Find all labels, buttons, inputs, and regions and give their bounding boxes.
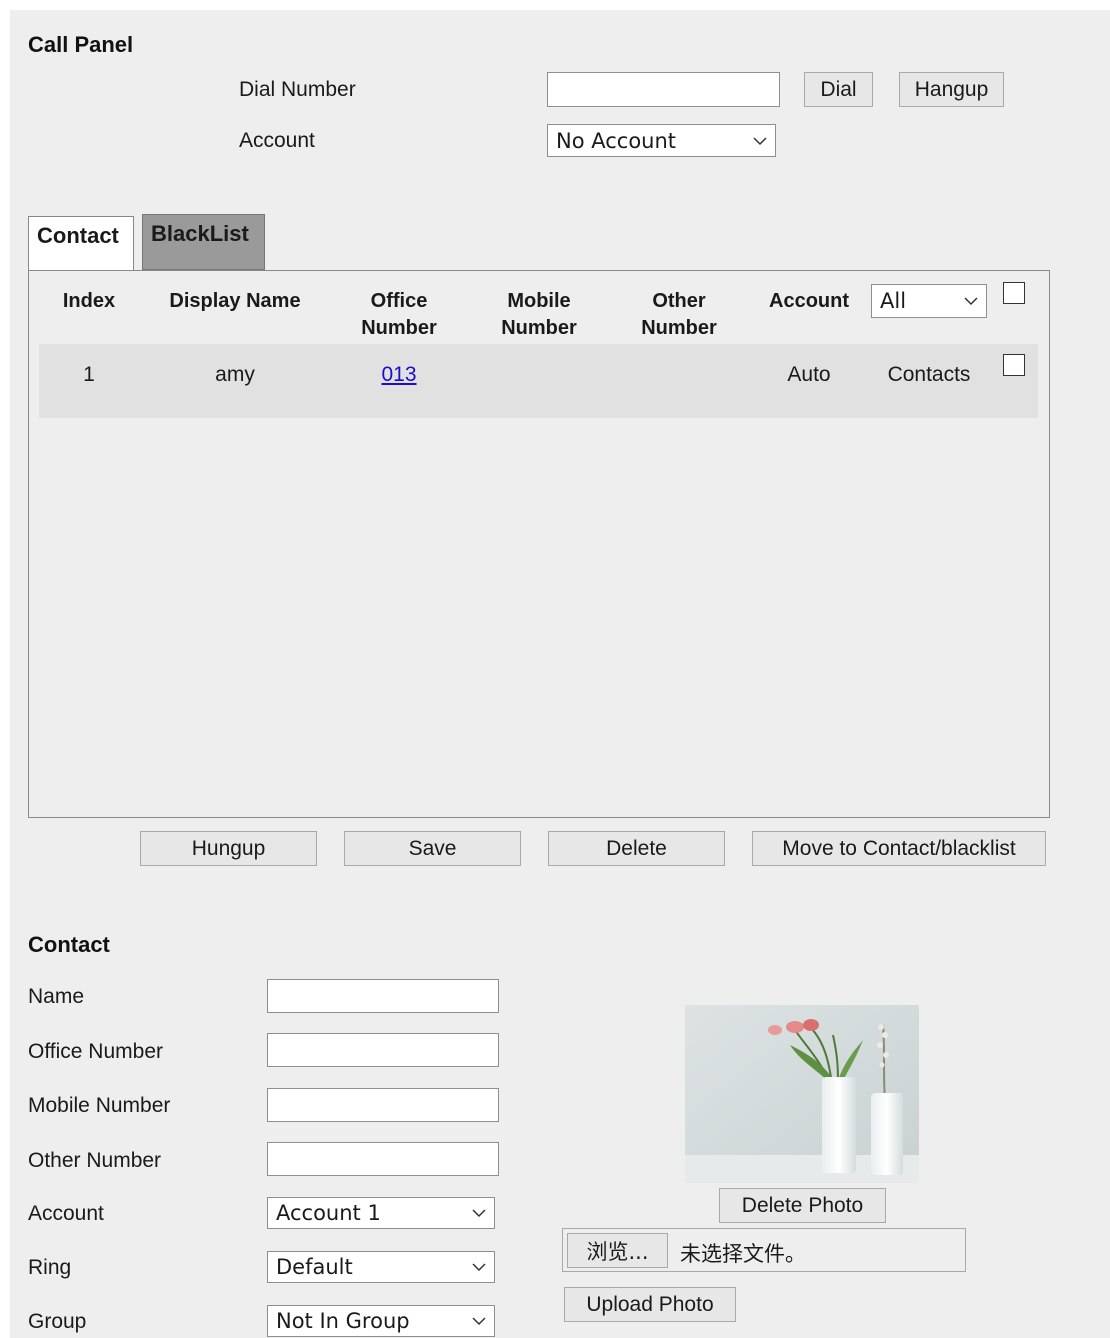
header-office-number: Office Number [340,288,458,342]
ring-value: Default [276,1255,353,1279]
header-other-number: Other Number [620,288,738,342]
header-account: Account [769,290,849,312]
other-number-label: Other Number [28,1149,162,1172]
mobile-number-label: Mobile Number [28,1094,171,1117]
account-label: Account [239,129,315,152]
hungup-button[interactable]: Hungup [140,831,317,866]
browse-button[interactable]: 浏览... [567,1233,668,1268]
ring-select[interactable]: Default [267,1251,495,1283]
chevron-down-icon [472,1198,486,1228]
mobile-number-input[interactable] [267,1088,499,1122]
office-number-label: Office Number [28,1040,163,1063]
chevron-down-icon [753,125,767,156]
group-value: Not In Group [276,1309,410,1333]
contact-account-select[interactable]: Account 1 [267,1197,495,1229]
office-number-input[interactable] [267,1033,499,1067]
row-checkbox[interactable] [1003,354,1025,376]
contact-account-value: Account 1 [276,1201,381,1225]
select-all-checkbox[interactable] [1003,282,1025,304]
header-other-line1: Other [652,290,706,312]
call-panel-title: Call Panel [28,32,134,57]
ring-label: Ring [28,1256,72,1279]
dial-number-input[interactable] [547,72,780,107]
account-filter-select[interactable]: All [871,284,987,318]
row-office-number-link[interactable]: 013 [340,363,458,387]
move-to-contact-blacklist-button[interactable]: Move to Contact/blacklist [752,831,1046,866]
account-select[interactable]: No Account [547,124,776,157]
name-label: Name [28,985,85,1008]
header-office-line2: Number [361,317,437,339]
header-mobile-number: Mobile Number [480,288,598,342]
row-group: Contacts [887,363,971,386]
header-index: Index [62,290,116,312]
account-filter-value: All [880,289,907,313]
delete-button[interactable]: Delete [548,831,725,866]
chevron-down-icon [472,1306,486,1336]
group-label: Group [28,1310,87,1333]
tab-contact[interactable]: Contact [28,216,134,272]
save-button[interactable]: Save [344,831,521,866]
chevron-down-icon [472,1252,486,1282]
contact-photo [685,1005,919,1183]
other-number-input[interactable] [267,1142,499,1176]
header-mobile-line1: Mobile [507,290,571,312]
header-display-name: Display Name [169,290,301,312]
name-input[interactable] [267,979,499,1013]
dial-number-label: Dial Number [239,78,356,101]
group-select[interactable]: Not In Group [267,1305,495,1337]
row-display-name: amy [215,363,255,386]
tab-blacklist[interactable]: BlackList [142,214,265,270]
header-office-line1: Office [370,290,428,312]
hangup-button[interactable]: Hangup [899,72,1004,107]
upload-photo-button[interactable]: Upload Photo [564,1287,736,1322]
contact-form-title: Contact [28,932,110,957]
header-mobile-line2: Number [501,317,577,339]
dial-button[interactable]: Dial [804,72,873,107]
contact-account-label: Account [28,1202,104,1225]
row-index: 1 [83,363,95,386]
row-account: Auto [787,363,831,386]
no-file-selected-text: 未选择文件。 [680,1242,806,1266]
header-other-line2: Number [641,317,717,339]
delete-photo-button[interactable]: Delete Photo [719,1188,886,1223]
chevron-down-icon [964,285,978,317]
account-select-value: No Account [556,128,677,153]
